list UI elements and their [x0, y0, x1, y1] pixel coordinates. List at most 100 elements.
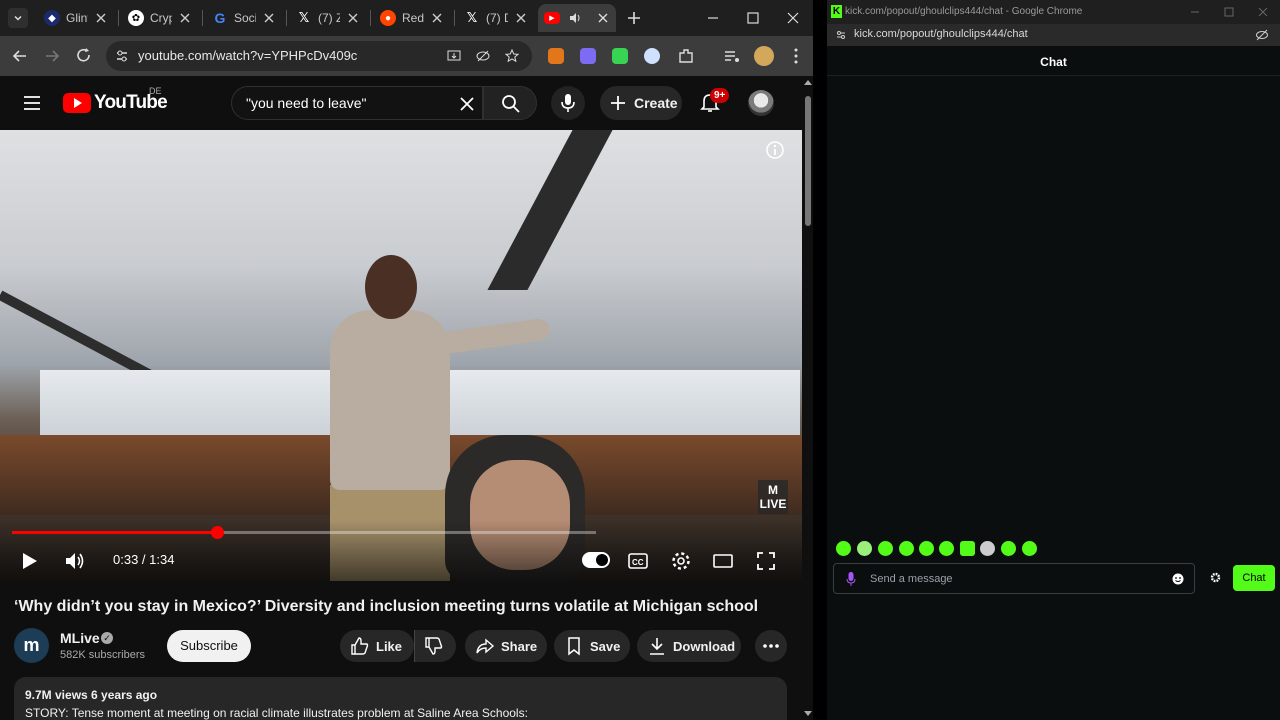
chat-message-input[interactable]: Send a message	[833, 563, 1195, 594]
glint-icon: ◆	[44, 10, 60, 26]
bookmark-star-icon[interactable]	[504, 48, 520, 64]
autoplay-toggle[interactable]	[582, 552, 610, 568]
close-icon[interactable]	[262, 11, 276, 25]
emote-icon[interactable]	[1022, 541, 1037, 556]
eye-off-icon[interactable]	[1255, 28, 1269, 42]
scrollbar-thumb[interactable]	[805, 96, 811, 226]
scroll-up-icon[interactable]	[804, 79, 812, 87]
user-avatar[interactable]	[748, 90, 774, 116]
microphone-icon[interactable]	[846, 572, 856, 586]
tab-x-1[interactable]: 𝕏 (7) Z	[290, 4, 366, 32]
tab-search-button[interactable]	[8, 8, 28, 28]
subscriber-count: 582K subscribers	[60, 649, 145, 661]
fullscreen-icon[interactable]	[755, 550, 777, 572]
chat-messages-area[interactable]	[827, 77, 1280, 537]
popup-titlebar: K kick.com/popout/ghoulclips444/chat - G…	[827, 0, 1280, 24]
new-tab-icon[interactable]	[624, 8, 644, 28]
extension-icon[interactable]	[580, 48, 596, 64]
progress-bar[interactable]	[12, 526, 596, 539]
mlive-watermark[interactable]: M LIVE	[758, 480, 788, 514]
address-bar[interactable]: youtube.com/watch?v=YPHPcDv409c	[106, 41, 532, 71]
more-actions-button[interactable]	[755, 630, 787, 662]
scroll-down-icon[interactable]	[804, 709, 812, 717]
share-button[interactable]: Share	[465, 630, 547, 662]
emote-icon[interactable]	[878, 541, 893, 556]
channel-avatar[interactable]: m	[14, 628, 49, 663]
subscribe-button[interactable]: Subscribe	[167, 630, 251, 662]
popup-url-text: kick.com/popout/ghoulclips444/chat	[854, 28, 1028, 40]
search-input[interactable]: "you need to leave"	[231, 86, 483, 120]
media-controls-icon[interactable]	[722, 46, 742, 66]
create-button[interactable]: Create	[600, 86, 682, 120]
close-icon[interactable]	[596, 11, 610, 25]
play-icon[interactable]	[18, 550, 40, 572]
save-button[interactable]: Save	[554, 630, 630, 662]
emote-icon[interactable]	[980, 541, 995, 556]
maximize-icon[interactable]	[743, 8, 763, 28]
site-settings-icon[interactable]	[114, 48, 130, 64]
chat-input-placeholder: Send a message	[870, 573, 953, 585]
progress-scrubber[interactable]	[210, 526, 224, 539]
close-window-icon[interactable]	[783, 8, 803, 28]
reload-icon[interactable]	[74, 46, 94, 66]
minimize-icon[interactable]	[703, 8, 723, 28]
tab-youtube-active[interactable]: ▶	[538, 4, 616, 32]
close-window-icon[interactable]	[1257, 6, 1269, 18]
search-button[interactable]	[483, 86, 537, 120]
channel-name[interactable]: MLive	[60, 630, 100, 646]
forward-icon[interactable]	[42, 46, 62, 66]
tab-soci[interactable]: G Soci	[206, 4, 282, 32]
metamask-icon[interactable]	[548, 48, 564, 64]
settings-gear-icon[interactable]	[670, 550, 692, 572]
hamburger-menu-icon[interactable]	[22, 93, 42, 113]
site-settings-icon[interactable]	[835, 29, 847, 41]
eye-off-icon[interactable]	[475, 48, 491, 64]
x-icon: 𝕏	[298, 10, 310, 25]
chat-send-button[interactable]: Chat	[1233, 565, 1275, 591]
close-icon[interactable]	[346, 11, 360, 25]
extension-icon[interactable]	[612, 48, 628, 64]
kebab-menu-icon[interactable]	[786, 46, 806, 66]
close-icon[interactable]	[178, 11, 192, 25]
close-icon[interactable]	[514, 11, 528, 25]
emote-icon[interactable]	[899, 541, 914, 556]
tab-glint[interactable]: ◆ Glint	[38, 4, 114, 32]
page-scrollbar[interactable]	[802, 76, 813, 720]
puzzle-icon[interactable]	[676, 46, 696, 66]
install-app-icon[interactable]	[446, 48, 462, 64]
youtube-logo[interactable]: YouTube DE	[63, 86, 168, 114]
tab-cryp[interactable]: ✿ Cryp	[122, 4, 198, 32]
like-button[interactable]: Like	[340, 630, 414, 662]
tab-reddit[interactable]: ● Redi	[374, 4, 450, 32]
volume-icon[interactable]	[63, 550, 85, 572]
download-button[interactable]: Download	[637, 630, 741, 662]
extension-icon[interactable]	[644, 48, 660, 64]
emote-icon[interactable]	[857, 541, 872, 556]
emote-icon[interactable]	[919, 541, 934, 556]
captions-icon[interactable]: CC	[627, 550, 649, 572]
kick-logo-icon: K	[831, 5, 842, 18]
description-box[interactable]: 9.7M views 6 years ago STORY: Tense mome…	[14, 677, 787, 720]
dislike-button[interactable]	[414, 630, 456, 662]
close-icon[interactable]	[430, 11, 444, 25]
minimize-icon[interactable]	[1189, 6, 1201, 18]
chat-settings-gear-icon[interactable]	[1210, 572, 1221, 583]
theater-mode-icon[interactable]	[712, 550, 734, 572]
emote-icon[interactable]	[939, 541, 954, 556]
share-icon	[476, 638, 495, 654]
emote-icon[interactable]	[836, 541, 851, 556]
maximize-icon[interactable]	[1223, 6, 1235, 18]
emote-icon[interactable]	[1001, 541, 1016, 556]
popup-address-bar[interactable]: kick.com/popout/ghoulclips444/chat	[827, 24, 1280, 46]
emoji-icon[interactable]	[1172, 573, 1184, 585]
video-player[interactable]	[0, 130, 802, 581]
tab-x-2[interactable]: 𝕏 (7) D	[458, 4, 534, 32]
speaker-icon[interactable]	[568, 11, 582, 25]
profile-avatar[interactable]	[754, 46, 774, 66]
emote-icon[interactable]	[960, 541, 975, 556]
info-icon[interactable]	[765, 140, 785, 160]
back-icon[interactable]	[10, 46, 30, 66]
voice-search-button[interactable]	[551, 86, 585, 120]
clear-search-icon[interactable]	[459, 96, 475, 112]
close-icon[interactable]	[94, 11, 108, 25]
